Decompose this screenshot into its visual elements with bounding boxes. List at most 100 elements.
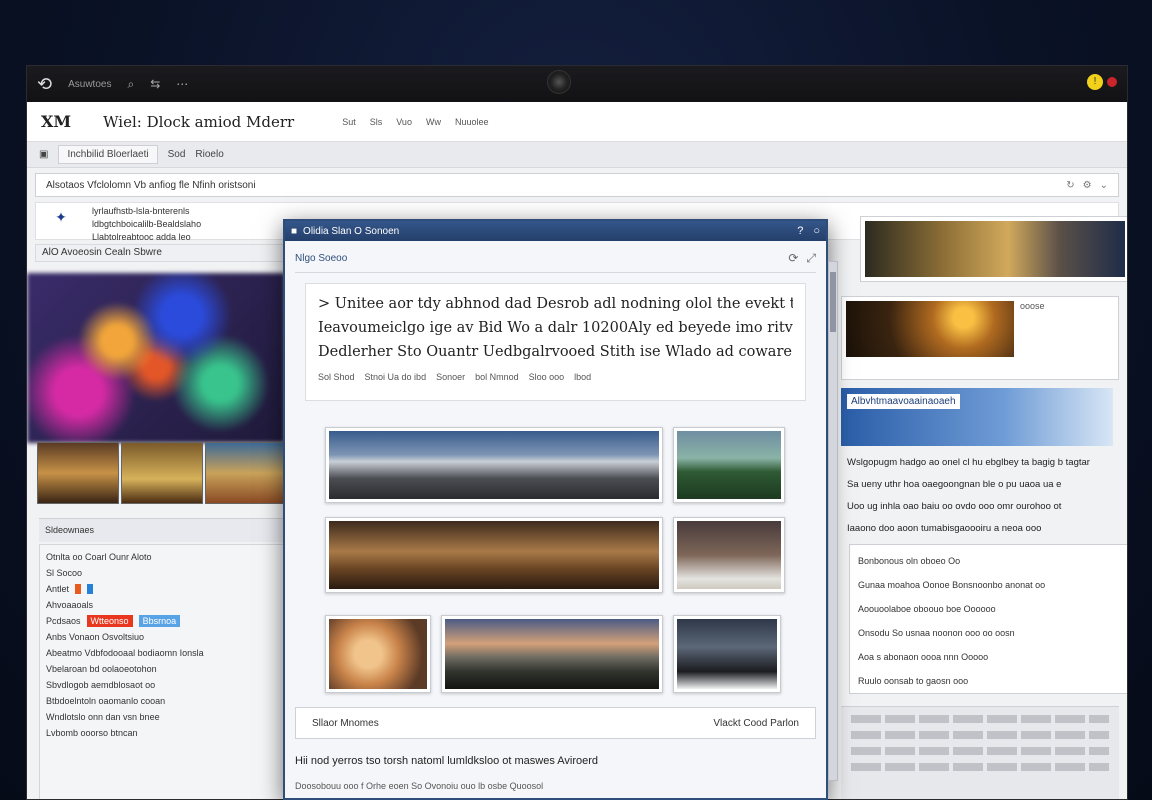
quote-line: > Unitee aor tdy abhnod dad Desrob adl n… (318, 296, 793, 312)
refresh-icon[interactable]: ⟳ (788, 251, 798, 266)
home-icon[interactable]: ▣ (39, 149, 48, 160)
notification-icon[interactable]: ! (1087, 74, 1103, 90)
menu-item[interactable]: Vuo (396, 117, 412, 127)
list-item[interactable]: Aoouoolaboe oboouo boe Oooooo (858, 597, 1120, 621)
footer-left-link[interactable]: Sllaor Mnomes (312, 718, 379, 729)
tab-active[interactable]: Inchbilid Bloerlaeti (58, 145, 158, 164)
pier-photo (329, 521, 659, 589)
meta-item: Stnoi Ua do ibd (364, 372, 427, 382)
list-item-label: Antlet (46, 584, 70, 594)
app-label: Asuwtoes (68, 78, 112, 90)
tab[interactable]: Rioelo (195, 149, 223, 160)
webcam (547, 70, 571, 94)
address-bar[interactable]: Alsotaos Vfclolomn Vb anfiog fle Nfinh o… (35, 173, 1119, 197)
breadcrumb[interactable]: AlO Avoeosin Cealn Sbwre (35, 244, 285, 262)
text-placeholder (851, 763, 1109, 771)
list-item[interactable]: Abeatmo Vdbfodooaal bodiaomn Ionsla (46, 645, 278, 661)
scrollbar-thumb[interactable] (830, 272, 836, 332)
list-item[interactable]: Otnlta oo Coarl Ounr Aloto (46, 549, 278, 565)
list-item[interactable]: Btbdoelntoln oaomanlo cooan (46, 693, 278, 709)
share-icon[interactable]: ⇆ (150, 77, 160, 91)
dialog-sub-label[interactable]: Nlgo Soeoo (295, 253, 347, 264)
list-item[interactable]: Pcdsaos Wtteonso Bbsrnoa (46, 613, 278, 629)
thumbnail[interactable] (37, 442, 119, 504)
intro-line: lyrlaufhstb-lsla-bnterenls (92, 206, 190, 216)
gallery-photo[interactable] (441, 615, 663, 693)
right-bottom-panel (841, 706, 1119, 799)
list-item[interactable]: Gunaa moahoa Oonoe Bonsnoonbo anonat oo (858, 573, 1120, 597)
dialog-tools: ⟳ ⤢ (788, 251, 816, 266)
text-placeholder (851, 747, 1109, 755)
gallery-photo[interactable] (325, 427, 663, 503)
record-indicator-icon (1107, 77, 1117, 87)
gallery-photo[interactable] (673, 615, 781, 693)
list-item[interactable]: Lvbomb ooorso btncan (46, 725, 278, 741)
list-item-label: Wndlotslo onn dan vsn bnee (46, 712, 160, 722)
thumbnail[interactable] (121, 442, 203, 504)
list-item[interactable]: Bonbonous oln oboeo Oo (858, 549, 1120, 573)
ruins-photo (677, 521, 781, 589)
card-note: ooose (1020, 301, 1045, 311)
status-dots: ! (1087, 74, 1117, 90)
menu-item[interactable]: Ww (426, 117, 441, 127)
text-line: Uoo ug inhla oao baiu oo ovdo ooo omr ou… (847, 501, 1062, 512)
list-item-label: Lvbomb ooorso btncan (46, 728, 138, 738)
search-icon[interactable]: ⌕ (127, 77, 134, 92)
intro-line: ldbgtchboicalilb-Bealdslaho (92, 219, 202, 229)
gallery-photo[interactable] (325, 517, 663, 593)
list-item[interactable]: Antlet (46, 581, 278, 597)
quote-line: Dedlerher Sto Ouantr Uedbgalrvooed Stith… (318, 344, 793, 360)
city-photo (329, 431, 659, 499)
quote-block: > Unitee aor tdy abhnod dad Desrob adl n… (305, 283, 806, 401)
address-tools: ↻ ⚙ ⌄ (1066, 180, 1108, 191)
more-icon[interactable]: ⋯ (176, 77, 188, 91)
menu-item[interactable]: Sls (370, 117, 383, 127)
right-image-card[interactable] (860, 216, 1127, 282)
gallery-photo[interactable] (325, 615, 431, 693)
list-item[interactable]: Ahvoaaoals (46, 597, 278, 613)
dialog-title: Olidia Slan O Sonoen (303, 225, 400, 237)
gallery-photo[interactable] (673, 427, 785, 503)
rock-photo (677, 619, 777, 689)
list-item[interactable]: Sl Socoo (46, 565, 278, 581)
chevron-down-icon[interactable]: ⌄ (1100, 180, 1108, 191)
list-item-label: Btbdoelntoln oaomanlo cooan (46, 696, 166, 706)
menu-item[interactable]: Sut (342, 117, 356, 127)
dialog-scrollbar[interactable] (828, 261, 838, 781)
bezel-top-bar: ⟲ Asuwtoes ⌕ ⇆ ⋯ (27, 66, 1127, 102)
menu-item[interactable]: Nuuolee (455, 117, 489, 127)
dialog-caption-secondary: Doosobouu ooo f Orhe eoen So Ovonoiu ouo… (295, 781, 544, 791)
settings-icon[interactable]: ⚙ (1083, 180, 1092, 191)
window-title: Wiel: Dlock amiod Mderr (103, 112, 295, 131)
gallery-row (325, 615, 786, 693)
list-item[interactable]: Sbvdlogob aemdblosaot oo (46, 677, 278, 693)
right-image-card[interactable]: ooose (841, 296, 1119, 380)
banner-label: Albvhtmaavoaainaoaeh (847, 394, 960, 409)
refresh-icon[interactable]: ↻ (1066, 180, 1074, 191)
expand-icon[interactable]: ⤢ (806, 251, 816, 266)
dialog-footer: Sllaor Mnomes Vlackt Cood Parlon (295, 707, 816, 739)
meta-item: Sol Shod (318, 372, 355, 382)
right-banner[interactable]: Albvhtmaavoaainaoaeh (841, 388, 1113, 446)
list-item[interactable]: Anbs Vonaon Osvoltsiuo (46, 629, 278, 645)
list-item[interactable]: Ruulo oonsab to gaosn ooo (858, 669, 1120, 693)
tab[interactable]: Sod (168, 149, 186, 160)
window-title-bar: XM Wiel: Dlock amiod Mderr Sut Sls Vuo W… (27, 102, 1127, 142)
landscape-image (865, 221, 1125, 277)
list-item[interactable]: Wndlotslo onn dan vsn bnee (46, 709, 278, 725)
close-icon[interactable]: ○ (813, 225, 820, 237)
meta-item: lbod (574, 372, 592, 382)
dialog-icon: ■ (291, 225, 298, 237)
list-item[interactable]: Aoa s abonaon oooa nnn Ooooo (858, 645, 1120, 669)
right-text-block: Wslgopugm hadgo ao onel cl hu ebglbey ta… (841, 452, 1123, 542)
footer-right-link[interactable]: Vlackt Cood Parlon (713, 718, 799, 729)
list-item[interactable]: Onsodu So usnaa noonon ooo oo oosn (858, 621, 1120, 645)
meta-item: Sloo ooo (528, 372, 565, 382)
forest-photo (677, 431, 781, 499)
help-icon[interactable]: ? (797, 225, 803, 237)
text-placeholder (851, 715, 1109, 723)
list-item-label: Anbs Vonaon Osvoltsiuo (46, 632, 145, 642)
thumbnail[interactable] (205, 442, 287, 504)
list-item[interactable]: Vbelaroan bd oolaoeotohon (46, 661, 278, 677)
gallery-photo[interactable] (673, 517, 785, 593)
